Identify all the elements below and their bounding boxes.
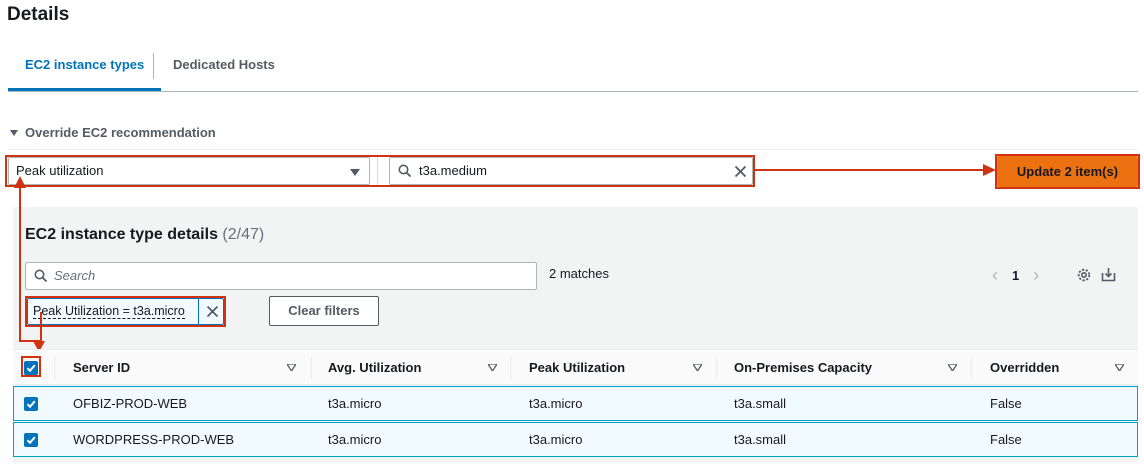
column-header-peak-utilization[interactable]: Peak Utilization xyxy=(529,360,625,375)
instance-type-input[interactable]: t3a.medium xyxy=(389,157,753,185)
section-divider xyxy=(8,149,1138,150)
cell-avg-utilization: t3a.micro xyxy=(328,396,382,411)
page-title: Details xyxy=(7,4,70,25)
tab-ec2-instance-types[interactable]: EC2 instance types xyxy=(8,50,162,91)
match-count: 2 matches xyxy=(549,266,609,281)
checkmark-icon xyxy=(26,436,36,445)
column-header-avg-utilization[interactable]: Avg. Utilization xyxy=(328,360,421,375)
sort-icon[interactable] xyxy=(948,364,957,371)
criteria-select[interactable]: Peak utilization xyxy=(8,157,370,185)
caret-down-icon xyxy=(10,129,18,136)
checkmark-icon xyxy=(26,364,36,373)
column-header-overridden[interactable]: Overridden xyxy=(990,360,1059,375)
cell-on-premises-capacity: t3a.small xyxy=(734,396,787,411)
cell-server-id: OFBIZ-PROD-WEB xyxy=(73,396,188,411)
row-checkbox[interactable] xyxy=(24,433,38,447)
row-checkbox[interactable] xyxy=(24,397,38,411)
annotation-connector-line xyxy=(40,312,42,342)
filter-token-divider xyxy=(198,299,199,324)
search-placeholder: Search xyxy=(54,268,96,283)
annotation-arrow-line xyxy=(755,169,985,171)
annotation-vertical-line xyxy=(19,187,21,341)
download-icon[interactable] xyxy=(1101,267,1116,282)
criteria-select-value: Peak utilization xyxy=(16,163,104,178)
cell-overridden: False xyxy=(990,432,1022,447)
annotation-arrow-up-icon xyxy=(14,176,26,188)
cell-avg-utilization: t3a.micro xyxy=(328,432,382,447)
panel-title-text: EC2 instance type details xyxy=(25,226,218,243)
sort-icon[interactable] xyxy=(1115,364,1124,371)
control-divider xyxy=(377,157,378,185)
instance-type-value: t3a.medium xyxy=(419,163,487,178)
chevron-left-icon[interactable]: ‹ xyxy=(992,266,998,284)
tab-bar: EC2 instance types Dedicated Hosts xyxy=(8,50,1138,92)
tab-divider xyxy=(153,53,154,79)
clear-filters-button[interactable]: Clear filters xyxy=(269,296,379,326)
select-all-checkbox[interactable] xyxy=(24,361,38,375)
search-icon xyxy=(34,269,48,283)
remove-filter-icon[interactable] xyxy=(206,305,219,318)
page-number[interactable]: 1 xyxy=(1012,268,1019,283)
filter-token[interactable]: Peak Utilization = t3a.micro xyxy=(27,298,224,325)
table-search-input[interactable]: Search xyxy=(25,262,537,290)
chevron-right-icon[interactable]: › xyxy=(1033,266,1039,284)
gear-icon[interactable] xyxy=(1076,267,1092,283)
checkmark-icon xyxy=(26,400,36,409)
sort-icon[interactable] xyxy=(693,364,702,371)
override-section-label: Override EC2 recommendation xyxy=(25,125,216,140)
table-row[interactable]: WORDPRESS-PROD-WEB t3a.micro t3a.micro t… xyxy=(13,422,1138,457)
column-divider xyxy=(716,357,717,379)
column-divider xyxy=(971,357,972,379)
column-header-server-id[interactable]: Server ID xyxy=(73,360,130,375)
column-divider xyxy=(54,357,55,379)
cell-peak-utilization: t3a.micro xyxy=(529,396,583,411)
panel-title: EC2 instance type details (2/47) xyxy=(25,226,264,244)
annotation-arrow-head-icon xyxy=(983,164,996,176)
column-divider xyxy=(311,357,312,379)
table-header: Server ID Avg. Utilization Peak Utilizat… xyxy=(13,349,1138,385)
sort-icon[interactable] xyxy=(488,364,497,371)
column-header-on-premises-capacity[interactable]: On-Premises Capacity xyxy=(734,360,872,375)
sort-icon[interactable] xyxy=(287,364,296,371)
panel-count: (2/47) xyxy=(222,226,265,243)
cell-overridden: False xyxy=(990,396,1022,411)
dropdown-arrow-icon xyxy=(350,169,360,176)
search-icon xyxy=(398,164,412,178)
pagination: ‹ 1 › xyxy=(992,266,1039,284)
cell-peak-utilization: t3a.micro xyxy=(529,432,583,447)
filter-token-label: Peak Utilization = t3a.micro xyxy=(33,304,185,319)
update-items-button[interactable]: Update 2 item(s) xyxy=(997,156,1138,187)
column-divider xyxy=(510,357,511,379)
clear-input-icon[interactable] xyxy=(734,165,747,178)
override-section-toggle[interactable]: Override EC2 recommendation xyxy=(10,125,216,140)
table-row[interactable]: OFBIZ-PROD-WEB t3a.micro t3a.micro t3a.s… xyxy=(13,386,1138,421)
cell-server-id: WORDPRESS-PROD-WEB xyxy=(73,432,235,447)
tab-dedicated-hosts[interactable]: Dedicated Hosts xyxy=(156,50,292,91)
cell-on-premises-capacity: t3a.small xyxy=(734,432,787,447)
